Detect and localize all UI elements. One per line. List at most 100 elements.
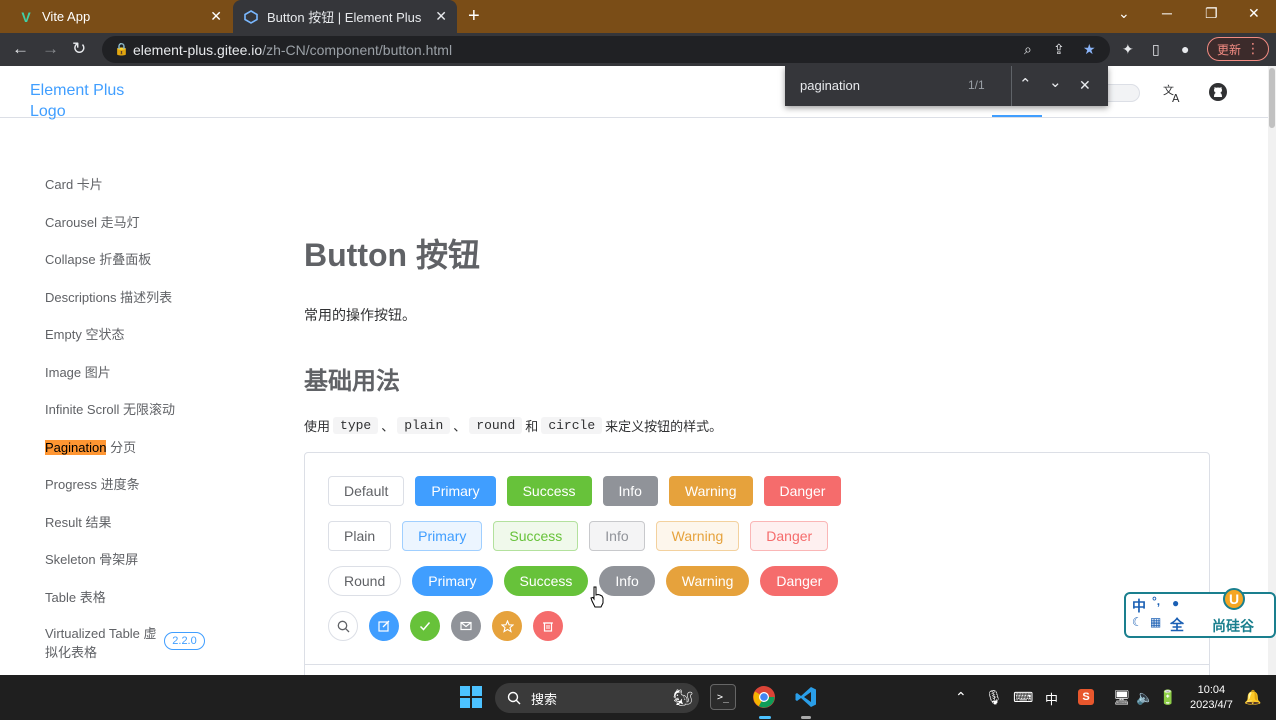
- site-logo[interactable]: Element Plus Logo: [30, 80, 150, 122]
- sidebar-item-collapse[interactable]: Collapse 折叠面板: [45, 249, 151, 268]
- delete-circle-button[interactable]: [533, 611, 563, 641]
- ime-lang[interactable]: 中: [1132, 596, 1146, 616]
- close-icon[interactable]: ✕: [435, 8, 447, 25]
- battery-icon[interactable]: 🔋: [1159, 689, 1176, 706]
- round-success-button[interactable]: Success: [503, 566, 589, 596]
- vite-icon: V: [21, 8, 31, 25]
- sidebar-item-result[interactable]: Result 结果: [45, 512, 111, 531]
- ime-fullwidth[interactable]: 全: [1170, 615, 1184, 635]
- plain-info-button[interactable]: Info: [589, 521, 645, 551]
- check-circle-button[interactable]: [410, 611, 440, 641]
- network-icon[interactable]: 🖥: [1113, 689, 1131, 706]
- ime-toolbar[interactable]: 中 °, ● ☾ ▦ 全 U 尚硅谷: [1124, 588, 1276, 638]
- new-tab-icon[interactable]: +: [468, 5, 480, 28]
- address-bar[interactable]: 🔒 element-plus.gitee.io/zh-CN/component/…: [102, 36, 1110, 63]
- profile-icon[interactable]: ●: [1181, 41, 1189, 57]
- github-icon[interactable]: [1208, 82, 1228, 108]
- scrollbar-thumb[interactable]: [1269, 68, 1275, 128]
- vscode-icon[interactable]: [793, 684, 819, 710]
- chrome-icon[interactable]: [751, 684, 777, 710]
- back-icon[interactable]: ←: [12, 39, 29, 59]
- translate-icon[interactable]: 文A: [1162, 82, 1184, 110]
- default-button[interactable]: Default: [328, 476, 405, 506]
- sidebar-item-descriptions[interactable]: Descriptions 描述列表: [45, 287, 172, 306]
- demo-divider: [305, 664, 1209, 665]
- sidebar-item-card[interactable]: Card 卡片: [45, 174, 103, 193]
- tab-vite-app[interactable]: V Vite App ✕: [8, 0, 232, 33]
- menu-dots-icon[interactable]: ⋮: [1246, 40, 1260, 57]
- forward-icon[interactable]: →: [42, 39, 59, 59]
- success-button[interactable]: Success: [506, 476, 592, 506]
- message-circle-button[interactable]: [451, 611, 481, 641]
- plain-danger-button[interactable]: Danger: [750, 521, 829, 551]
- page-scrollbar[interactable]: [1268, 66, 1276, 675]
- round-warning-button[interactable]: Warning: [665, 566, 750, 596]
- hand-cursor-icon: [590, 586, 604, 608]
- chevron-up-icon[interactable]: ⌃: [1019, 75, 1032, 93]
- close-icon[interactable]: ✕: [1079, 77, 1091, 94]
- star-circle-button[interactable]: [492, 611, 522, 641]
- sidebar-item-progress[interactable]: Progress 进度条: [45, 474, 140, 493]
- share-icon[interactable]: ⇪: [1053, 41, 1065, 58]
- sidebar-item-infinite-scroll[interactable]: Infinite Scroll 无限滚动: [45, 399, 175, 418]
- bookmark-star-icon[interactable]: ★: [1083, 41, 1096, 58]
- keyboard-icon[interactable]: ▦: [1150, 615, 1161, 629]
- logo-alt-text: Element Plus Logo: [30, 82, 125, 120]
- volume-icon[interactable]: 🔈: [1136, 689, 1153, 706]
- reload-icon[interactable]: ↻: [72, 39, 86, 59]
- moon-icon[interactable]: ☾: [1132, 615, 1143, 629]
- close-icon[interactable]: ✕: [210, 8, 222, 25]
- extensions-icon[interactable]: ✦: [1122, 41, 1134, 58]
- terminal-icon[interactable]: >_: [710, 684, 736, 710]
- find-input[interactable]: pagination: [800, 78, 860, 93]
- nav-active-indicator: [992, 115, 1042, 117]
- system-clock[interactable]: 10:04 2023/4/7: [1190, 683, 1233, 713]
- tab-element-plus[interactable]: Button 按钮 | Element Plus ✕: [233, 0, 457, 33]
- ime-punct[interactable]: °,: [1152, 594, 1160, 608]
- ime-mode-indicator[interactable]: 中: [1045, 689, 1058, 708]
- round-info-button[interactable]: Info: [599, 566, 655, 596]
- chevron-down-icon[interactable]: ⌄: [1049, 73, 1062, 91]
- warning-button[interactable]: Warning: [668, 476, 753, 506]
- sidebar-item-pagination[interactable]: Pagination 分页: [45, 437, 136, 456]
- round-button[interactable]: Round: [328, 566, 402, 596]
- url-text[interactable]: element-plus.gitee.io/zh-CN/component/bu…: [133, 42, 452, 58]
- update-button[interactable]: 更新 ⋮: [1207, 37, 1269, 61]
- minimize-icon[interactable]: ─: [1162, 5, 1172, 21]
- plain-primary-button[interactable]: Primary: [402, 521, 483, 551]
- sidebar-item-image[interactable]: Image 图片: [45, 362, 111, 381]
- microphone-icon[interactable]: 🎙: [985, 689, 1003, 706]
- search-icon: [337, 620, 349, 632]
- notification-icon[interactable]: 🔔: [1244, 689, 1261, 706]
- sidebar-item-carousel[interactable]: Carousel 走马灯: [45, 212, 140, 231]
- lock-icon[interactable]: 🔒: [114, 42, 129, 56]
- find-icon[interactable]: ⌕: [1024, 41, 1032, 58]
- svg-text:A: A: [1172, 92, 1180, 104]
- plain-warning-button[interactable]: Warning: [655, 521, 740, 551]
- info-button[interactable]: Info: [602, 476, 658, 506]
- edit-circle-button[interactable]: [369, 611, 399, 641]
- search-circle-button[interactable]: [328, 611, 358, 641]
- sidebar-item-empty[interactable]: Empty 空状态: [45, 324, 124, 343]
- round-primary-button[interactable]: Primary: [412, 566, 493, 596]
- taskbar-search[interactable]: 搜索 🐿: [495, 683, 699, 713]
- sogou-ime-icon[interactable]: S: [1078, 689, 1094, 705]
- keyboard-icon[interactable]: ⌨: [1013, 689, 1033, 706]
- sidebar-item-skeleton[interactable]: Skeleton 骨架屏: [45, 549, 138, 568]
- tab-title: Vite App: [42, 9, 91, 24]
- user-icon[interactable]: ●: [1172, 596, 1179, 610]
- restore-icon[interactable]: ❐: [1205, 5, 1218, 22]
- plain-success-button[interactable]: Success: [493, 521, 579, 551]
- round-danger-button[interactable]: Danger: [760, 566, 839, 596]
- plain-button[interactable]: Plain: [328, 521, 392, 551]
- sidebar-item-table[interactable]: Table 表格: [45, 587, 106, 606]
- tab-search-icon[interactable]: ⌄: [1118, 5, 1130, 22]
- button-row-default: Default Primary Success Info Warning Dan…: [328, 476, 842, 506]
- sidebar-item-virtualized-table[interactable]: Virtualized Table 虚 拟化表格: [45, 624, 157, 662]
- primary-button[interactable]: Primary: [415, 476, 496, 506]
- side-panel-icon[interactable]: ▯: [1152, 41, 1160, 58]
- window-close-icon[interactable]: ✕: [1248, 5, 1260, 22]
- start-icon[interactable]: [460, 686, 482, 708]
- danger-button[interactable]: Danger: [763, 476, 842, 506]
- tray-overflow-icon[interactable]: ⌃: [955, 689, 967, 706]
